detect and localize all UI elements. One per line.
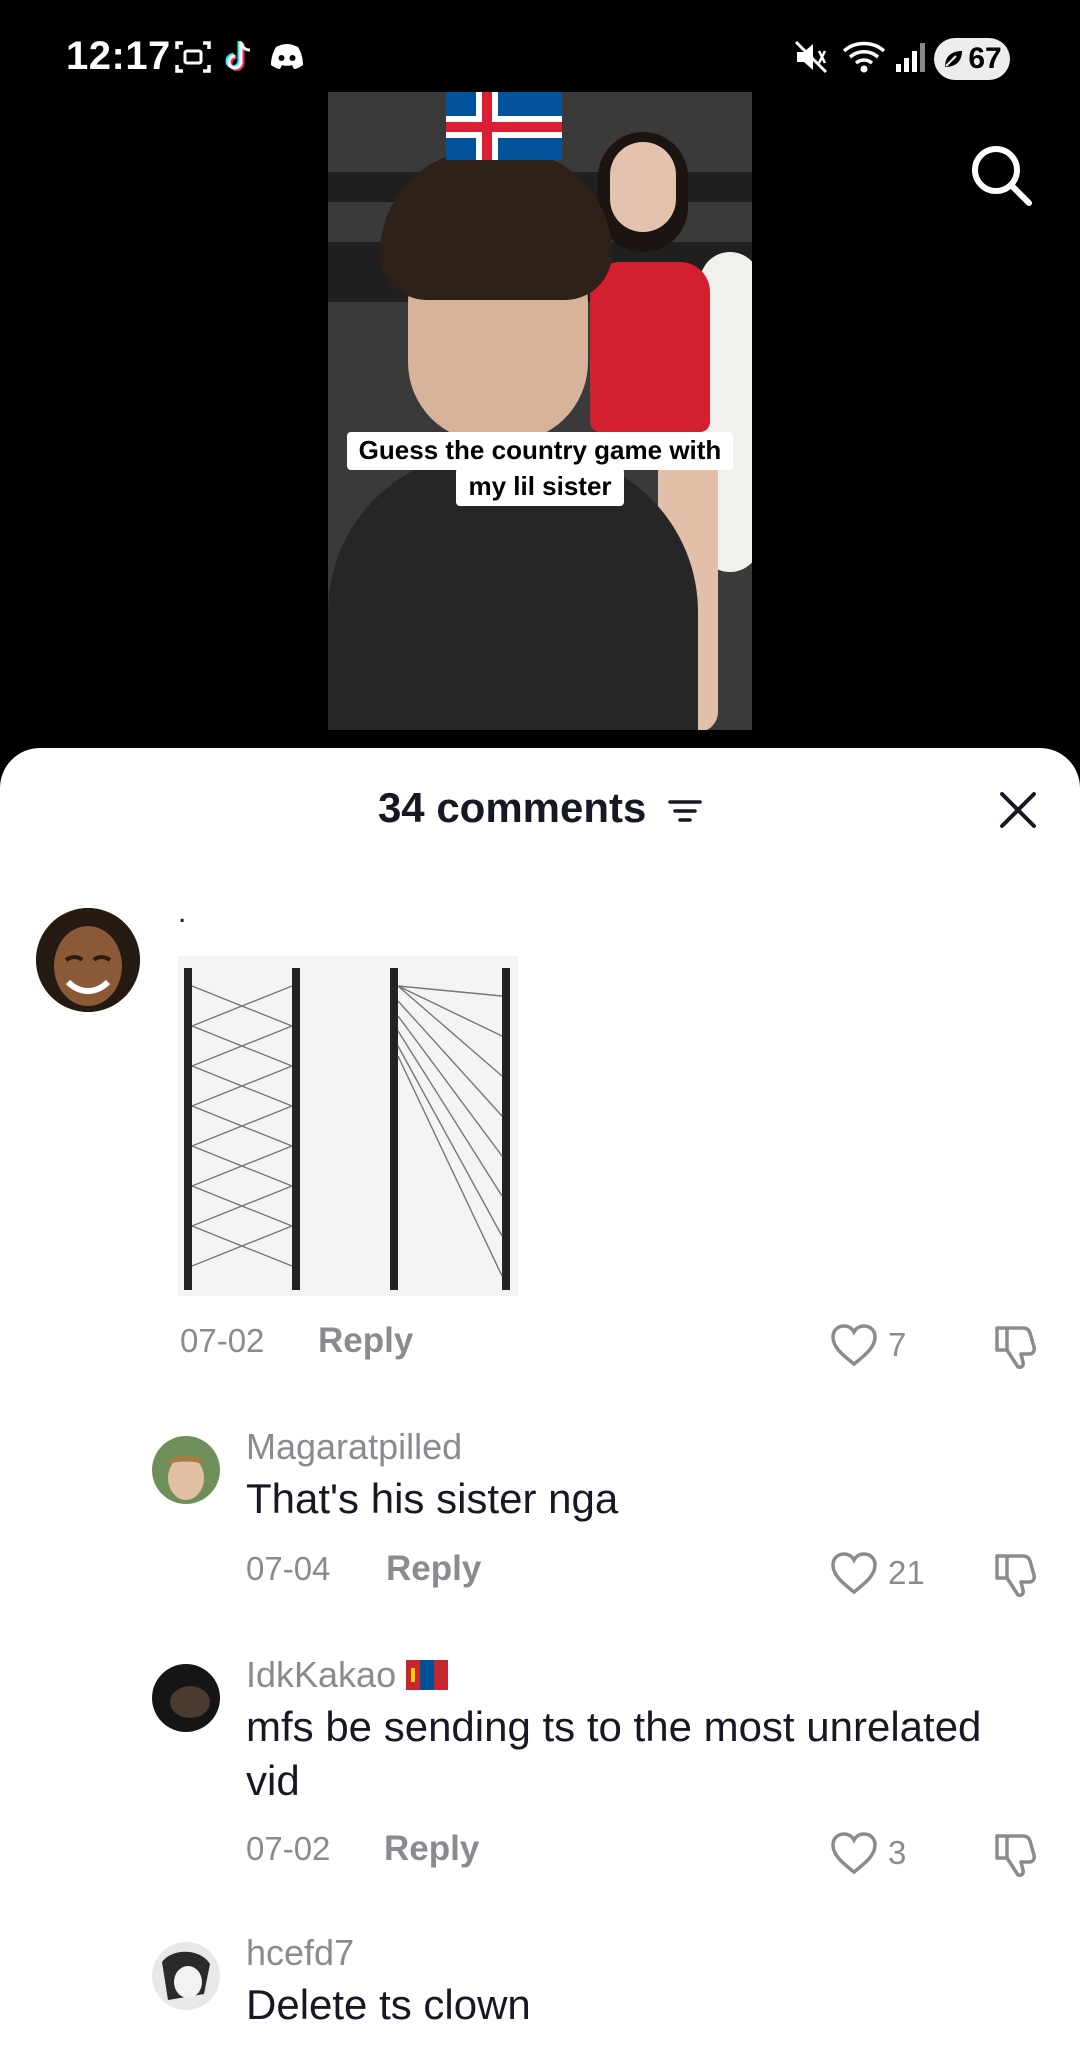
reply-button[interactable]: Reply xyxy=(386,1549,481,1589)
like-count: 21 xyxy=(888,1554,925,1591)
comment-date: 07-02 xyxy=(180,1322,265,1359)
comment-text: mfs be sending ts to the most unrelated … xyxy=(246,1703,982,1804)
comments-count: 34 comments xyxy=(377,784,647,831)
dislike-icon[interactable] xyxy=(992,1830,1042,1878)
search-icon[interactable] xyxy=(968,142,1034,208)
comments-sheet: 34 comments . 07-02 Reply 7 Magaratpille… xyxy=(0,748,1080,2047)
wifi-icon xyxy=(842,41,886,73)
signal-icon xyxy=(896,43,925,72)
battery-indicator: 67 xyxy=(934,38,1010,80)
video-caption: Guess the country game with my lil siste… xyxy=(328,432,752,506)
comment-username-text: IdkKakao xyxy=(246,1654,397,1695)
sticker-diagram xyxy=(178,956,518,1296)
dislike-icon[interactable] xyxy=(992,1550,1042,1598)
avatar[interactable] xyxy=(152,1436,220,1504)
discord-icon xyxy=(271,44,303,69)
status-bar: 12:17 67 xyxy=(0,0,1080,100)
video-caption-line-1: Guess the country game with xyxy=(346,432,734,470)
video-player[interactable]: Guess the country game with my lil siste… xyxy=(328,92,752,730)
video-girl-face xyxy=(610,142,676,232)
avatar-image xyxy=(152,1942,220,2010)
avatar-image xyxy=(36,908,140,1012)
comment-username[interactable]: Magaratpilled xyxy=(246,1426,462,1468)
avatar[interactable] xyxy=(152,1942,220,2010)
avatar[interactable] xyxy=(152,1664,220,1732)
like-icon[interactable] xyxy=(830,1550,878,1596)
mongolia-flag-icon xyxy=(406,1660,449,1690)
comment-text: . xyxy=(178,896,187,929)
avatar-image xyxy=(152,1436,220,1504)
comment-username[interactable]: hcefd7 xyxy=(246,1932,354,1974)
close-icon[interactable] xyxy=(998,790,1038,830)
leaf-icon xyxy=(945,51,963,67)
status-time: 12:17 xyxy=(66,34,171,78)
avatar[interactable] xyxy=(36,908,140,1012)
comment-sticker-image[interactable] xyxy=(178,956,518,1296)
comment-text: That's his sister nga xyxy=(246,1475,619,1522)
battery-level: 67 xyxy=(968,42,1002,75)
avatar-image xyxy=(152,1664,220,1732)
sort-filter-icon[interactable] xyxy=(668,796,702,826)
dislike-icon[interactable] xyxy=(992,1322,1042,1370)
like-icon[interactable] xyxy=(830,1322,878,1368)
comments-header: 34 comments xyxy=(0,784,1080,832)
screenshot-icon xyxy=(175,41,211,73)
reply-button[interactable]: Reply xyxy=(318,1321,413,1361)
comment-text: Delete ts clown xyxy=(246,1981,531,2028)
iceland-flag xyxy=(446,92,562,160)
reply-button[interactable]: Reply xyxy=(384,1829,479,1869)
mute-icon xyxy=(794,40,828,74)
like-count: 3 xyxy=(888,1834,907,1871)
video-girl-top xyxy=(590,262,710,432)
like-count: 7 xyxy=(888,1326,907,1363)
like-icon[interactable] xyxy=(830,1830,878,1876)
comment-date: 07-02 xyxy=(246,1830,331,1867)
comment-date: 07-04 xyxy=(246,1550,331,1587)
comment-username[interactable]: IdkKakao xyxy=(246,1654,449,1696)
video-caption-line-2: my lil sister xyxy=(456,467,624,506)
tiktok-icon xyxy=(225,41,251,71)
